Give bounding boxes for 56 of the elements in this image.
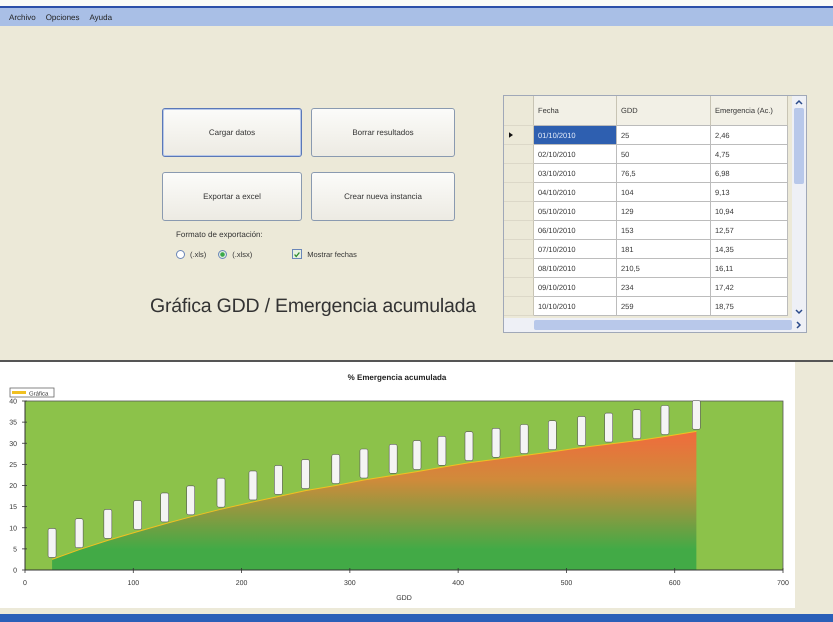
data-tag bbox=[360, 448, 368, 478]
row-header[interactable] bbox=[504, 183, 534, 202]
export-format-label: Formato de exportación: bbox=[176, 230, 264, 239]
row-header[interactable] bbox=[504, 164, 534, 183]
row-header[interactable] bbox=[504, 126, 534, 145]
data-tag bbox=[133, 500, 142, 530]
radio-button[interactable] bbox=[176, 250, 185, 258]
data-tag bbox=[692, 400, 701, 430]
row-header[interactable] bbox=[504, 297, 534, 316]
scroll-up-icon[interactable] bbox=[795, 99, 803, 105]
row-header[interactable] bbox=[504, 259, 534, 278]
checkbox[interactable] bbox=[292, 249, 302, 259]
data-tag bbox=[464, 431, 474, 461]
menu-item[interactable]: Opciones bbox=[42, 10, 86, 24]
data-tag bbox=[216, 478, 226, 508]
corner-header[interactable] bbox=[504, 96, 534, 126]
data-tag bbox=[186, 485, 195, 516]
scroll-thumb[interactable] bbox=[534, 320, 792, 330]
scroll-down-icon[interactable] bbox=[795, 309, 803, 315]
data-tag bbox=[301, 459, 310, 489]
row-header[interactable] bbox=[504, 202, 534, 221]
data-tag bbox=[248, 470, 258, 500]
action-button[interactable]: Cargar datos bbox=[162, 108, 302, 157]
chart-heading: Gráfica GDD / Emergencia acumulada bbox=[150, 295, 478, 318]
menu-item[interactable]: Archivo bbox=[6, 10, 43, 24]
action-button[interactable]: Crear nueva instancia bbox=[311, 172, 455, 221]
data-tag bbox=[104, 509, 112, 539]
horizontal-scrollbar[interactable] bbox=[504, 318, 806, 332]
row-header[interactable] bbox=[504, 145, 534, 164]
row-header[interactable] bbox=[504, 278, 534, 297]
data-tag bbox=[74, 518, 84, 548]
row-pointer-icon bbox=[509, 132, 513, 138]
row-header[interactable] bbox=[504, 221, 534, 240]
data-tag bbox=[632, 409, 642, 440]
vertical-scrollbar[interactable] bbox=[792, 96, 806, 318]
action-button[interactable]: Exportar a excel bbox=[162, 172, 302, 221]
data-tag bbox=[412, 440, 422, 470]
data-tag bbox=[438, 436, 446, 466]
data-tag bbox=[577, 416, 586, 446]
data-tag bbox=[388, 444, 398, 474]
data-tag bbox=[331, 454, 340, 484]
data-tag bbox=[274, 465, 283, 495]
scroll-right-icon[interactable] bbox=[796, 321, 802, 329]
data-tag bbox=[604, 412, 613, 442]
chart-title: % Emergencia acumulada bbox=[348, 373, 446, 382]
radio-button[interactable] bbox=[218, 250, 228, 258]
scroll-thumb[interactable] bbox=[794, 108, 804, 184]
action-button[interactable]: Borrar resultados bbox=[311, 108, 455, 157]
data-tag bbox=[548, 420, 557, 450]
data-tag bbox=[160, 492, 169, 522]
data-tag bbox=[492, 428, 500, 458]
data-tag bbox=[48, 528, 56, 558]
data-tag bbox=[520, 424, 528, 454]
row-header[interactable] bbox=[504, 240, 534, 259]
data-tag bbox=[660, 405, 670, 435]
menu-item[interactable]: Ayuda bbox=[86, 10, 120, 24]
